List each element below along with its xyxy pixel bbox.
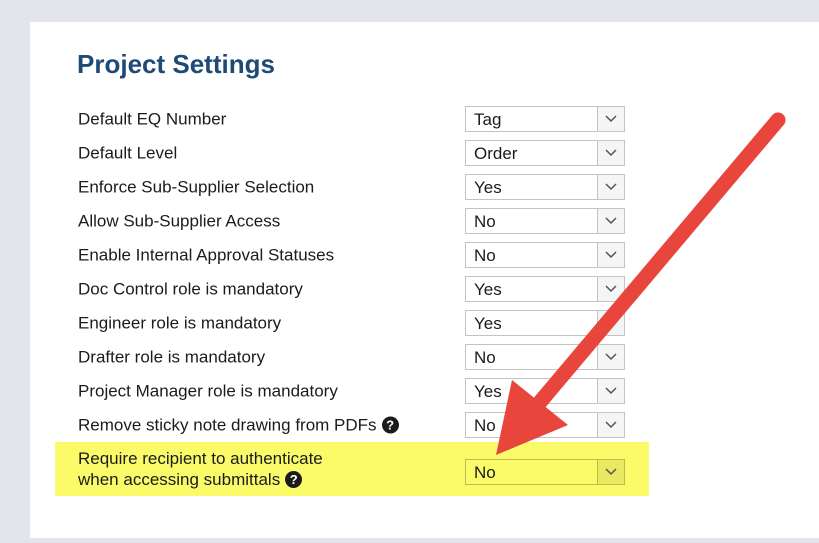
allow-sub-supplier-select[interactable]: No bbox=[465, 208, 625, 234]
select-value: No bbox=[474, 348, 496, 367]
setting-label: Allow Sub-Supplier Access bbox=[78, 211, 281, 231]
doc-control-role-select[interactable]: Yes bbox=[465, 276, 625, 302]
project-manager-role-select[interactable]: Yes bbox=[465, 378, 625, 404]
require-authentication-select[interactable]: No bbox=[465, 459, 625, 486]
select-value: Order bbox=[474, 144, 518, 163]
chevron-down-icon[interactable] bbox=[597, 460, 624, 485]
setting-row-internal-approval: Enable Internal Approval Statuses No bbox=[78, 238, 638, 272]
setting-label-line1: Require recipient to authenticate bbox=[78, 449, 323, 468]
setting-label: Doc Control role is mandatory bbox=[78, 279, 303, 299]
setting-label: Default Level bbox=[78, 143, 178, 163]
internal-approval-select[interactable]: No bbox=[465, 242, 625, 268]
select-value: No bbox=[474, 416, 496, 435]
chevron-down-icon[interactable] bbox=[597, 311, 624, 335]
select-value: Yes bbox=[474, 314, 502, 333]
default-level-select[interactable]: Order bbox=[465, 140, 625, 166]
setting-row-doc-control-role: Doc Control role is mandatory Yes bbox=[78, 272, 638, 306]
setting-row-project-manager-role: Project Manager role is mandatory Yes bbox=[78, 374, 638, 408]
select-value: No bbox=[474, 463, 496, 483]
select-value: Yes bbox=[474, 382, 502, 401]
engineer-role-select[interactable]: Yes bbox=[465, 310, 625, 336]
drafter-role-select[interactable]: No bbox=[465, 344, 625, 370]
setting-label: Default EQ Number bbox=[78, 109, 227, 129]
settings-panel: Project Settings Default EQ Number Tag D… bbox=[30, 22, 819, 538]
setting-label: Drafter role is mandatory bbox=[78, 347, 266, 367]
chevron-down-icon[interactable] bbox=[597, 175, 624, 199]
enforce-sub-supplier-select[interactable]: Yes bbox=[465, 174, 625, 200]
setting-row-default-level: Default Level Order bbox=[78, 136, 638, 170]
chevron-down-icon[interactable] bbox=[597, 277, 624, 301]
select-value: Yes bbox=[474, 178, 502, 197]
setting-label-line2: when accessing submittals bbox=[78, 470, 281, 489]
setting-label: Engineer role is mandatory bbox=[78, 313, 282, 333]
remove-sticky-note-select[interactable]: No bbox=[465, 412, 625, 438]
setting-row-engineer-role: Engineer role is mandatory Yes bbox=[78, 306, 638, 340]
select-value: No bbox=[474, 246, 496, 265]
setting-label: Enable Internal Approval Statuses bbox=[78, 245, 335, 265]
chevron-down-icon[interactable] bbox=[597, 209, 624, 233]
setting-row-remove-sticky-note: Remove sticky note drawing from PDFs? No bbox=[78, 408, 638, 442]
setting-row-drafter-role: Drafter role is mandatory No bbox=[78, 340, 638, 374]
page-title: Project Settings bbox=[77, 49, 275, 79]
chevron-down-icon[interactable] bbox=[597, 243, 624, 267]
setting-row-allow-sub-supplier: Allow Sub-Supplier Access No bbox=[78, 204, 638, 238]
question-circle-icon[interactable]: ? bbox=[381, 416, 399, 434]
select-value: Yes bbox=[474, 280, 502, 299]
chevron-down-icon[interactable] bbox=[597, 107, 624, 131]
setting-label: Require recipient to authenticate when a… bbox=[78, 448, 323, 490]
setting-row-require-authentication: Require recipient to authenticate when a… bbox=[78, 446, 638, 492]
setting-row-enforce-sub-supplier: Enforce Sub-Supplier Selection Yes bbox=[78, 170, 638, 204]
chevron-down-icon[interactable] bbox=[597, 141, 624, 165]
chevron-down-icon[interactable] bbox=[597, 379, 624, 403]
select-value: Tag bbox=[474, 110, 502, 129]
chevron-down-icon[interactable] bbox=[597, 345, 624, 369]
setting-label: Enforce Sub-Supplier Selection bbox=[78, 177, 315, 197]
select-value: No bbox=[474, 212, 496, 231]
default-eq-number-select[interactable]: Tag bbox=[465, 106, 625, 132]
setting-label-text: Remove sticky note drawing from PDFs bbox=[78, 415, 377, 435]
question-circle-icon[interactable]: ? bbox=[285, 471, 303, 488]
setting-label: Project Manager role is mandatory bbox=[78, 381, 338, 401]
setting-label: Remove sticky note drawing from PDFs? bbox=[78, 415, 399, 436]
chevron-down-icon[interactable] bbox=[597, 413, 624, 437]
setting-row-default-eq-number: Default EQ Number Tag bbox=[78, 102, 638, 136]
